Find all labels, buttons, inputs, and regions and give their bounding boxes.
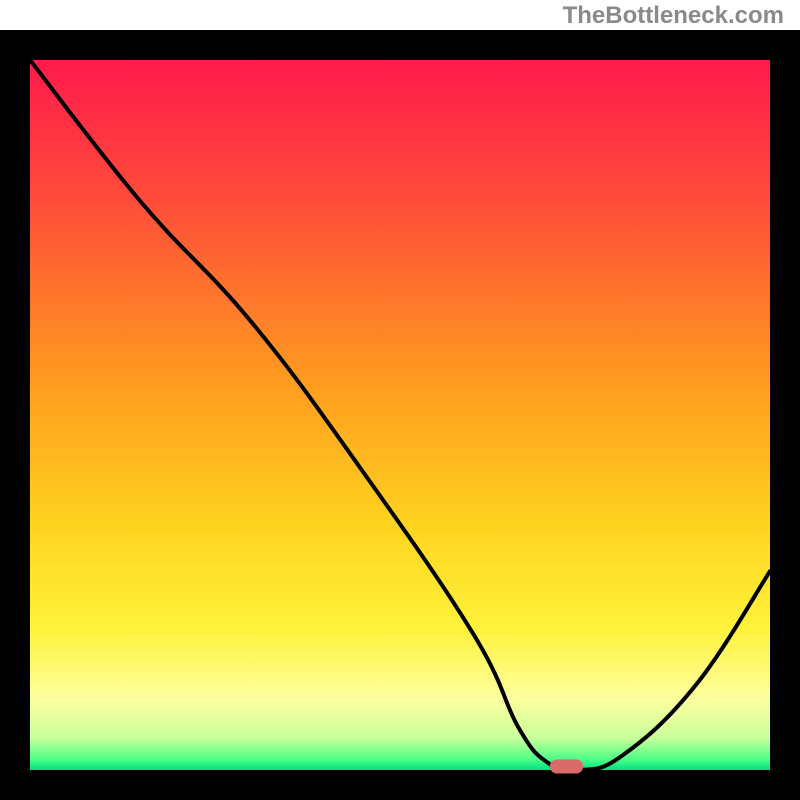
bottleneck-chart (0, 30, 800, 800)
chart-background (30, 60, 770, 770)
chart-container: TheBottleneck.com (0, 0, 800, 800)
optimal-marker (550, 759, 583, 773)
watermark-text: TheBottleneck.com (563, 2, 784, 30)
